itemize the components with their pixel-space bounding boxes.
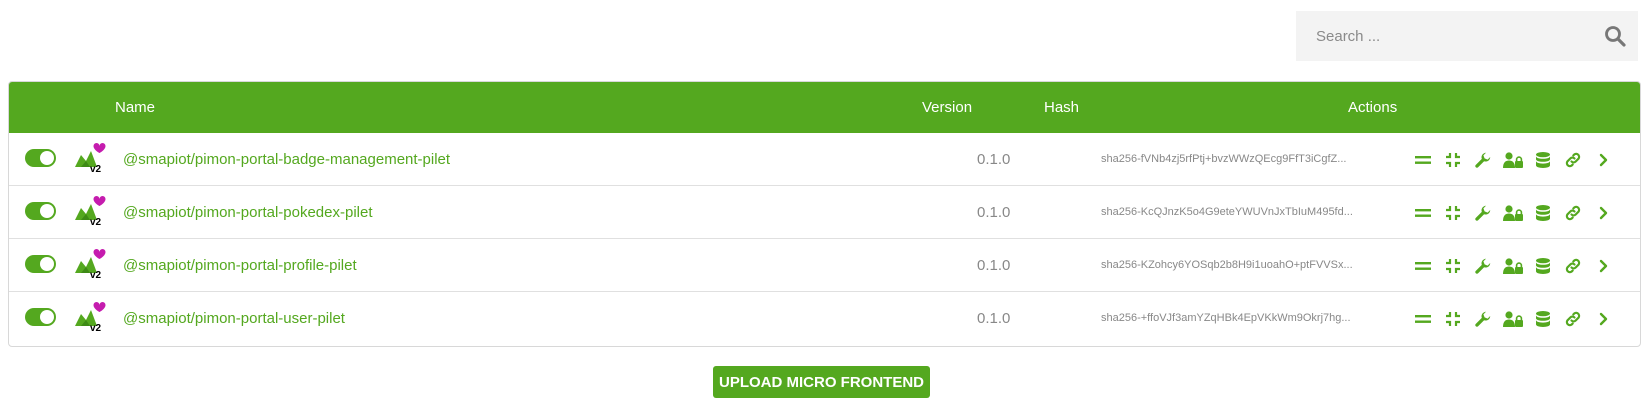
enable-toggle[interactable]: [25, 202, 56, 220]
pilet-icon: v2: [73, 194, 109, 228]
database-icon[interactable]: [1533, 203, 1553, 223]
database-icon[interactable]: [1533, 256, 1553, 276]
database-icon[interactable]: [1533, 309, 1553, 329]
database-icon[interactable]: [1533, 150, 1553, 170]
header-version[interactable]: Version: [922, 82, 972, 133]
pilets-table: Name Version Hash Actions v2 @smapiot/pi…: [8, 81, 1641, 347]
menu-icon[interactable]: [1413, 150, 1433, 170]
enable-toggle[interactable]: [25, 255, 56, 273]
chevron-right-icon[interactable]: [1593, 150, 1613, 170]
menu-icon[interactable]: [1413, 309, 1433, 329]
compress-icon[interactable]: [1443, 309, 1463, 329]
enable-toggle[interactable]: [25, 149, 56, 167]
version-badge-label: v2: [90, 164, 102, 175]
link-icon[interactable]: [1563, 203, 1583, 223]
user-lock-icon[interactable]: [1503, 256, 1523, 276]
wrench-icon[interactable]: [1473, 309, 1493, 329]
row-actions: [1413, 239, 1623, 292]
chevron-right-icon[interactable]: [1593, 309, 1613, 329]
link-icon[interactable]: [1563, 150, 1583, 170]
header-name[interactable]: Name: [115, 82, 155, 133]
compress-icon[interactable]: [1443, 150, 1463, 170]
wrench-icon[interactable]: [1473, 203, 1493, 223]
header-actions: Actions: [1348, 99, 1398, 116]
enable-toggle[interactable]: [25, 308, 56, 326]
menu-icon[interactable]: [1413, 256, 1433, 276]
pilet-icon: v2: [73, 300, 109, 334]
pilet-icon: v2: [73, 141, 109, 175]
pilet-name-link[interactable]: @smapiot/pimon-portal-user-pilet: [123, 292, 345, 345]
search-box[interactable]: [1296, 11, 1638, 61]
version-badge-label: v2: [90, 217, 102, 228]
pilet-icon: v2: [73, 247, 109, 281]
row-actions: [1413, 292, 1623, 345]
search-input[interactable]: [1314, 26, 1604, 46]
pilet-version: 0.1.0: [977, 310, 1011, 327]
version-badge-label: v2: [90, 323, 102, 334]
pilet-version: 0.1.0: [977, 257, 1011, 274]
pilet-version: 0.1.0: [977, 151, 1011, 168]
pilet-hash: sha256-KZohcy6YOSqb2b8H9i1uoahO+ptFVVSx.…: [1101, 259, 1353, 271]
pilet-hash: sha256-+ffoVJf3amYZqHBk4EpVKkWm9Okrj7hg.…: [1101, 312, 1351, 324]
link-icon[interactable]: [1563, 309, 1583, 329]
pilet-name-link[interactable]: @smapiot/pimon-portal-pokedex-pilet: [123, 186, 373, 239]
wrench-icon[interactable]: [1473, 256, 1493, 276]
link-icon[interactable]: [1563, 256, 1583, 276]
table-header: Name Version Hash Actions: [9, 82, 1640, 133]
table-row: v2 @smapiot/pimon-portal-badge-managemen…: [9, 133, 1640, 186]
compress-icon[interactable]: [1443, 203, 1463, 223]
chevron-right-icon[interactable]: [1593, 203, 1613, 223]
pilet-name-link[interactable]: @smapiot/pimon-portal-badge-management-p…: [123, 133, 450, 186]
wrench-icon[interactable]: [1473, 150, 1493, 170]
user-lock-icon[interactable]: [1503, 150, 1523, 170]
table-body: v2 @smapiot/pimon-portal-badge-managemen…: [9, 133, 1640, 345]
table-row: v2 @smapiot/pimon-portal-profile-pilet 0…: [9, 239, 1640, 292]
search-icon[interactable]: [1604, 25, 1626, 47]
pilet-name-link[interactable]: @smapiot/pimon-portal-profile-pilet: [123, 239, 357, 292]
pilet-version: 0.1.0: [977, 204, 1011, 221]
chevron-right-icon[interactable]: [1593, 256, 1613, 276]
header-hash[interactable]: Hash: [1044, 82, 1079, 133]
user-lock-icon[interactable]: [1503, 309, 1523, 329]
user-lock-icon[interactable]: [1503, 203, 1523, 223]
row-actions: [1413, 186, 1623, 239]
upload-micro-frontend-button[interactable]: UPLOAD MICRO FRONTEND: [713, 366, 930, 398]
row-actions: [1413, 133, 1623, 186]
compress-icon[interactable]: [1443, 256, 1463, 276]
menu-icon[interactable]: [1413, 203, 1433, 223]
pilet-hash: sha256-fVNb4zj5rfPtj+bvzWWzQEcg9FfT3iCgf…: [1101, 153, 1347, 165]
pilet-hash: sha256-KcQJnzK5o4G9eteYWUVnJxTbIuM495fd.…: [1101, 206, 1353, 218]
version-badge-label: v2: [90, 270, 102, 281]
table-row: v2 @smapiot/pimon-portal-user-pilet 0.1.…: [9, 292, 1640, 345]
table-row: v2 @smapiot/pimon-portal-pokedex-pilet 0…: [9, 186, 1640, 239]
